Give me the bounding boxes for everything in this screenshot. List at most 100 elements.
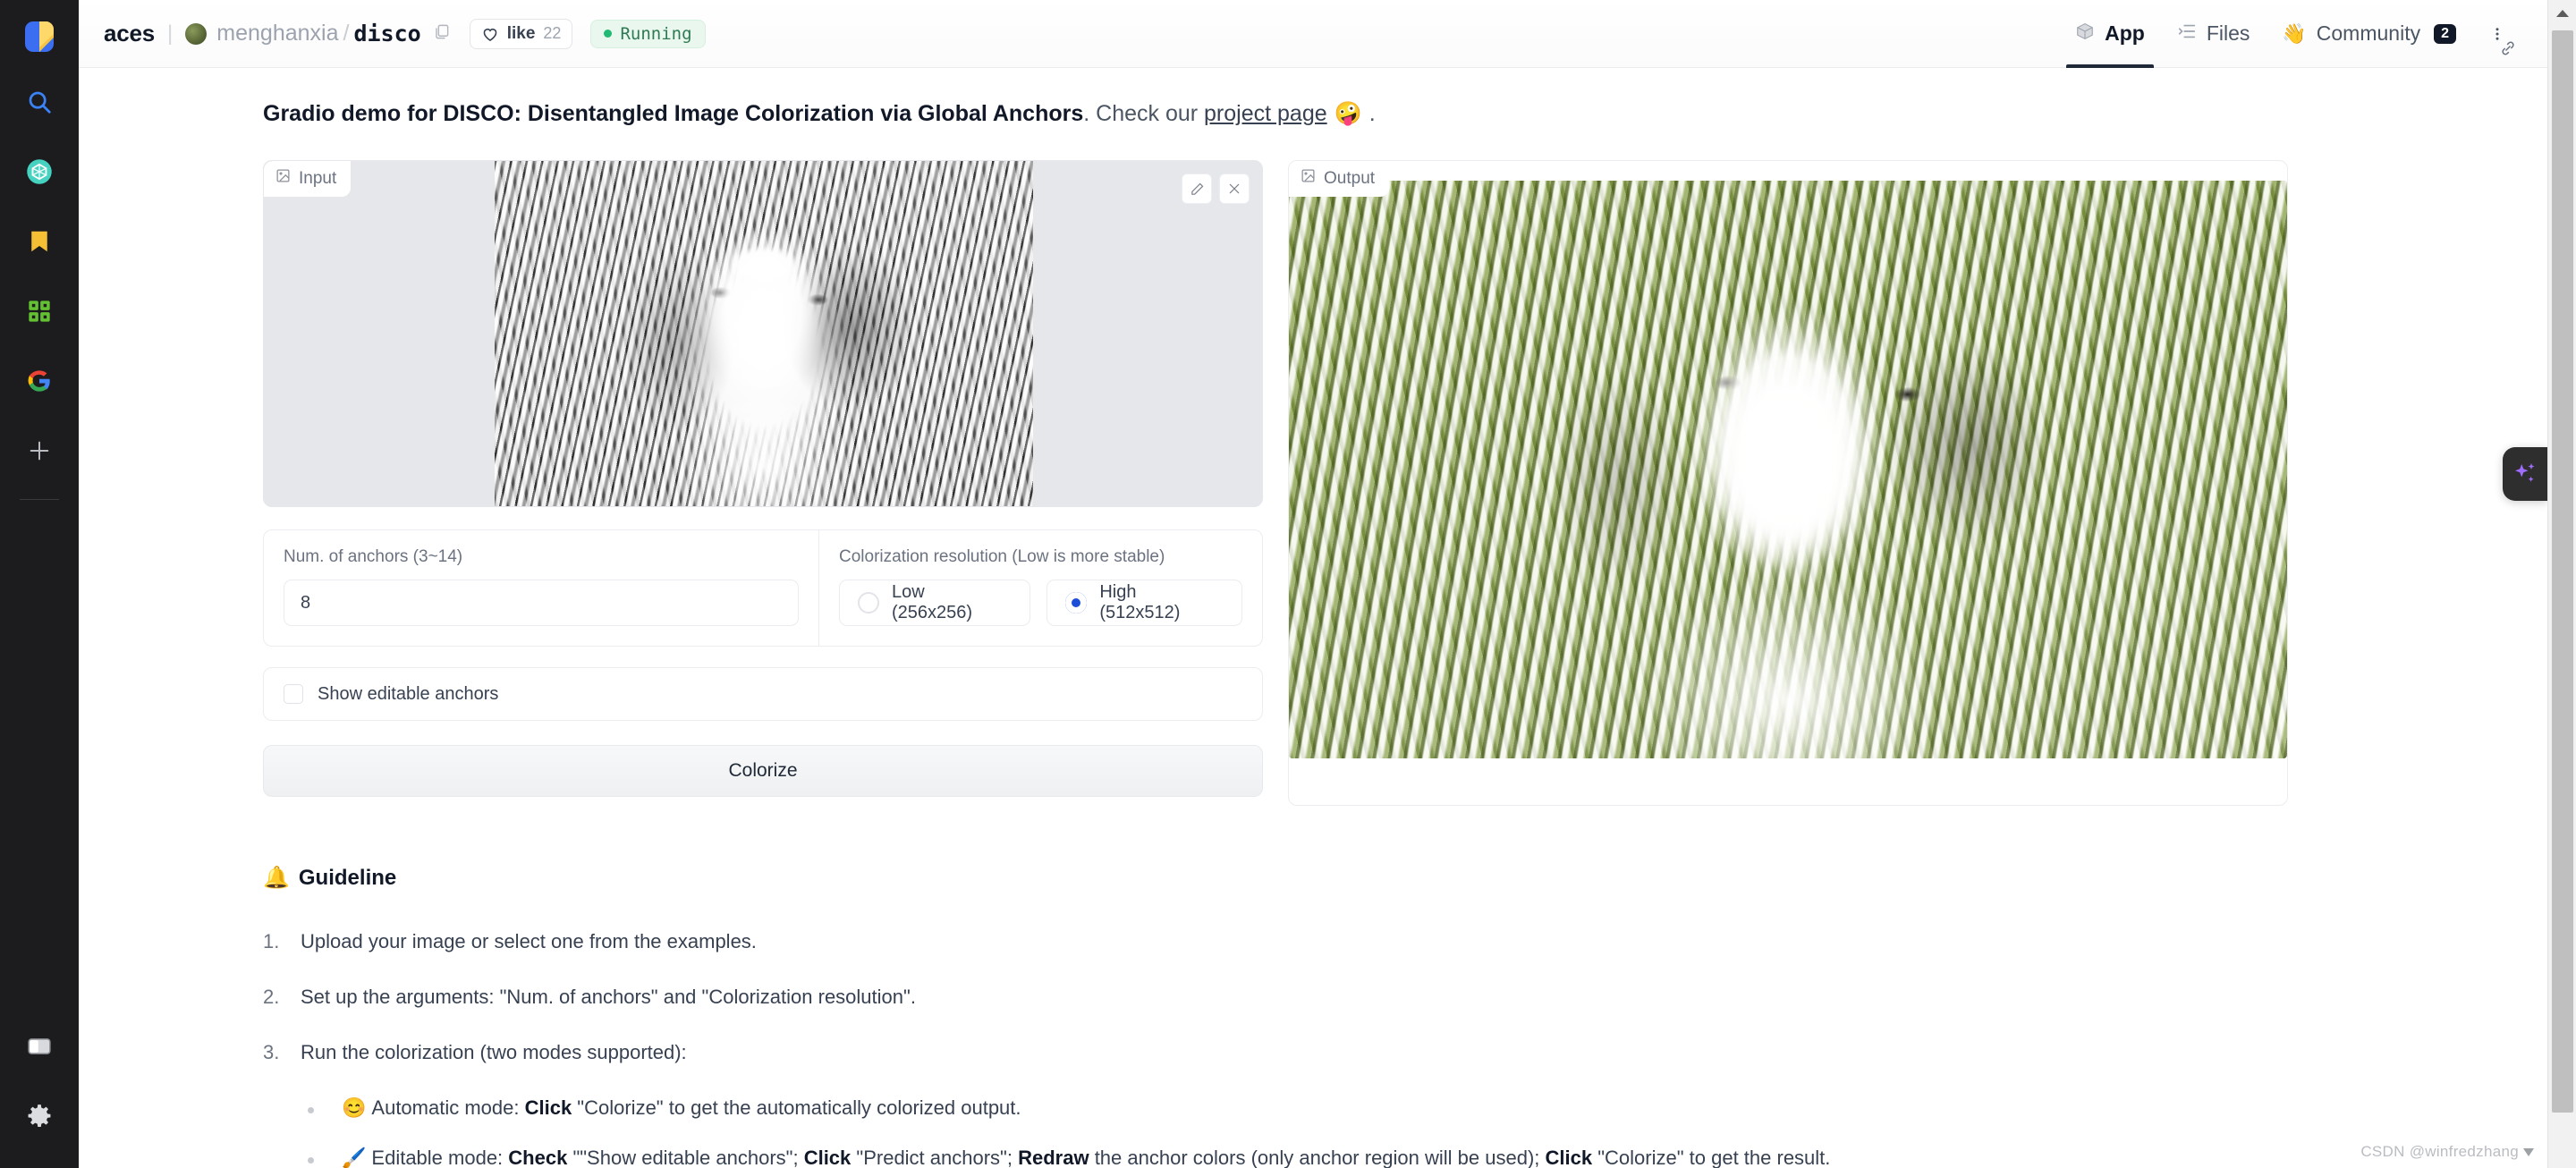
input-image[interactable] <box>495 161 1033 506</box>
more-options-button[interactable] <box>2472 0 2522 68</box>
mode-mid-4: "Colorize" to get the result. <box>1592 1147 1831 1168</box>
paintbrush-icon: 🖌️ <box>342 1147 367 1168</box>
tab-app-label: App <box>2105 21 2145 45</box>
breadcrumb-spaces[interactable]: aces <box>104 20 155 47</box>
guideline-step-text: Run the colorization (two modes supporte… <box>301 1041 687 1063</box>
like-count: 22 <box>543 24 562 42</box>
status-dot <box>604 30 613 38</box>
radio-low-label: Low (256x256) <box>892 582 973 622</box>
wave-hand-icon: 👋 <box>2282 21 2307 45</box>
app-description-title: Gradio demo for DISCO: Disentangled Imag… <box>263 101 1084 126</box>
like-button[interactable]: like 22 <box>469 18 573 49</box>
guideline-modes: 😊 Automatic mode: Click "Colorize" to get… <box>301 1096 2320 1168</box>
radio-low[interactable]: Low (256x256) <box>839 580 1031 626</box>
anchors-cell: Num. of anchors (3~14) <box>264 530 819 646</box>
settings-gear-icon[interactable] <box>14 1091 64 1141</box>
openai-icon[interactable] <box>14 147 64 197</box>
repo-name[interactable]: disco <box>353 21 420 47</box>
heart-icon <box>483 28 497 41</box>
output-panel-tag: Output <box>1289 161 1390 197</box>
anchors-input[interactable] <box>284 580 799 626</box>
radio-high-dot <box>1065 592 1088 614</box>
tab-files[interactable]: Files <box>2161 0 2267 68</box>
owner-avatar[interactable] <box>185 22 208 45</box>
show-anchors-label: Show editable anchors <box>318 683 499 704</box>
mode-prefix: Editable mode: <box>371 1147 509 1168</box>
community-badge: 2 <box>2434 23 2456 44</box>
guideline-step: Set up the arguments: "Num. of anchors" … <box>263 986 2320 1009</box>
resolution-label: Colorization resolution (Low is more sta… <box>839 547 1165 566</box>
split-view-icon[interactable] <box>14 1021 64 1071</box>
output-column: Output <box>1288 160 2288 806</box>
mode-strong-3: Redraw <box>1018 1147 1089 1168</box>
mode-strong-2: Click <box>803 1147 852 1168</box>
owner-name[interactable]: menghanxia <box>216 21 338 47</box>
close-icon[interactable] <box>1219 174 1250 204</box>
owner-repo-slash: / <box>343 21 350 46</box>
mode-mid-3: the anchor colors (only anchor region wi… <box>1089 1147 1546 1168</box>
gradio-app: Gradio demo for DISCO: Disentangled Imag… <box>79 68 2547 1168</box>
app-description-emoji: 🤪 <box>1334 101 1362 126</box>
project-page-link[interactable]: project page <box>1204 101 1327 126</box>
input-image-box[interactable]: Input <box>263 160 1263 507</box>
arguments-row: Num. of anchors (3~14) Colorization reso… <box>263 529 1263 647</box>
search-icon[interactable] <box>14 77 64 127</box>
guideline-step: Upload your image or select one from the… <box>263 930 2320 953</box>
radio-high-label: High (512x512) <box>1099 582 1181 622</box>
guideline-step-text: Upload your image or select one from the… <box>301 930 757 952</box>
browser-side-rail <box>0 0 79 1168</box>
anchors-label: Num. of anchors (3~14) <box>284 547 463 566</box>
guideline-step-text: Set up the arguments: "Num. of anchors" … <box>301 986 916 1008</box>
mode-mid-1: "Colorize" to get the automatically colo… <box>572 1096 1021 1119</box>
guideline-section: 🔔 Guideline Upload your image or select … <box>263 865 2320 1168</box>
app-description-end: . <box>1368 101 1376 126</box>
tab-community-label: Community <box>2316 21 2421 45</box>
input-column: Input Num. of anchors (3~14) 8 Colorizat… <box>263 160 1263 797</box>
status-label: Running <box>620 23 692 44</box>
checkbox-square <box>284 684 303 704</box>
app-description: Gradio demo for DISCO: Disentangled Imag… <box>263 98 2547 130</box>
output-image-box[interactable]: Output <box>1289 161 2287 807</box>
add-icon[interactable] <box>14 426 64 476</box>
watermark-text: CSDN @winfredzhang <box>2360 1143 2519 1160</box>
pencil-icon[interactable] <box>1182 174 1212 204</box>
tab-app[interactable]: App <box>2059 0 2161 68</box>
colorize-button[interactable]: Colorize <box>263 745 1263 797</box>
copy-icon[interactable] <box>433 23 450 45</box>
link-icon <box>2502 41 2514 55</box>
input-image-tools <box>1182 174 1250 204</box>
huggingface-header: aces | menghanxia / disco like 22 Runnin… <box>79 0 2547 68</box>
scrollbar-thumb[interactable] <box>2552 30 2573 1113</box>
apps-grid-icon[interactable] <box>14 286 64 336</box>
google-icon[interactable] <box>14 356 64 406</box>
watermark-mark-icon <box>2523 1148 2534 1156</box>
tab-files-label: Files <box>2206 21 2250 45</box>
input-panel-label: Input <box>299 168 337 188</box>
guideline-mode-automatic: 😊 Automatic mode: Click "Colorize" to get… <box>301 1096 2320 1120</box>
ai-assistant-button[interactable] <box>2503 447 2547 501</box>
mode-prefix: Automatic mode: <box>371 1096 525 1119</box>
scroll-up-arrow[interactable] <box>2548 0 2576 27</box>
mode-mid-1: ""Show editable anchors"; <box>567 1147 804 1168</box>
mode-mid-2: "Predict anchors"; <box>851 1147 1019 1168</box>
status-badge[interactable]: Running <box>590 19 706 48</box>
show-anchors-checkbox[interactable]: Show editable anchors <box>263 667 1263 721</box>
guideline-mode-editable: 🖌️ Editable mode: Check ""Show editable a… <box>301 1147 2320 1168</box>
mode-strong-4: Click <box>1545 1147 1593 1168</box>
app-description-mid: . Check our <box>1083 101 1205 126</box>
copilot-logo[interactable] <box>19 16 60 57</box>
resolution-cell: Colorization resolution (Low is more sta… <box>819 530 1262 646</box>
guideline-step: Run the colorization (two modes supporte… <box>263 1041 2320 1168</box>
tab-community[interactable]: 👋 Community 2 <box>2266 0 2472 68</box>
bookmark-icon[interactable] <box>14 216 64 267</box>
rail-divider <box>20 499 59 500</box>
browser-viewport: aces | menghanxia / disco like 22 Runnin… <box>79 0 2576 1168</box>
sparkle-icon <box>2515 463 2535 482</box>
guideline-heading: 🔔 Guideline <box>263 865 2320 891</box>
page-scrollbar[interactable] <box>2547 0 2576 1168</box>
guideline-steps: Upload your image or select one from the… <box>263 930 2320 1168</box>
output-image[interactable] <box>1289 181 2287 758</box>
panels-row: Input Num. of anchors (3~14) 8 Colorizat… <box>263 160 2547 806</box>
like-label: like <box>506 23 536 43</box>
radio-high[interactable]: High (512x512) <box>1046 580 1242 626</box>
